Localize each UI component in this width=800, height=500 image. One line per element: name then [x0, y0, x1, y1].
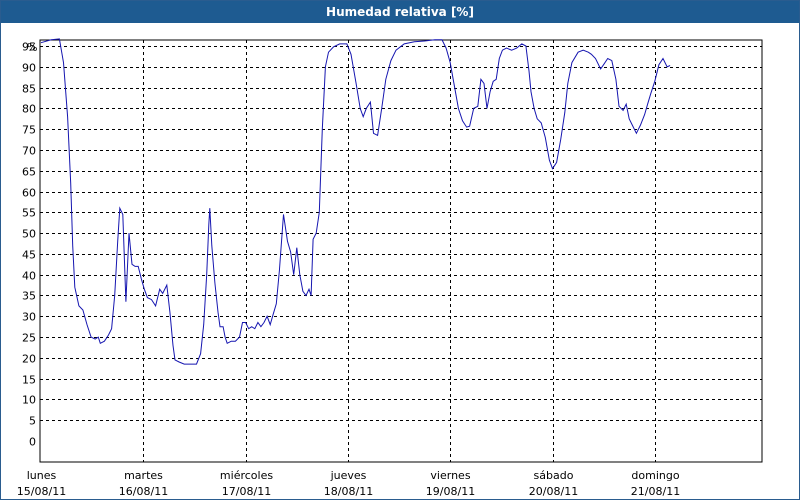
y-tick-label: 25	[22, 332, 36, 345]
y-tick-label: 60	[22, 187, 36, 200]
x-tick-day: lunes	[27, 469, 57, 482]
plot-area	[39, 39, 763, 463]
y-tick-label: 75	[22, 124, 36, 137]
x-tick-date: 17/08/11	[222, 485, 271, 498]
x-tick-date: 20/08/11	[529, 485, 578, 498]
x-tick-day: viernes	[430, 469, 470, 482]
y-tick-label: 50	[22, 228, 36, 241]
y-tick-label: 35	[22, 290, 36, 303]
y-axis: 05101520253035404550556065707580859095	[22, 41, 36, 449]
x-tick-day: sábado	[534, 469, 574, 482]
humidity-series-line	[40, 38, 671, 365]
y-tick-label: 55	[22, 207, 36, 220]
x-tick-date: 18/08/11	[324, 485, 373, 498]
y-axis-unit-label: %	[27, 41, 37, 54]
x-tick-day: jueves	[330, 469, 367, 482]
y-tick-label: 20	[22, 353, 36, 366]
y-tick-label: 70	[22, 145, 36, 158]
x-axis: lunes 15/08/11 martes 16/08/11 miércoles 17/0…	[17, 469, 680, 498]
y-tick-label: 90	[22, 62, 36, 75]
y-tick-label: 45	[22, 249, 36, 262]
chart-window: Humedad relativa [%] 0 5 10 15 20 25 30 35 40 45 5…	[0, 0, 800, 500]
x-tick-day: martes	[124, 469, 163, 482]
y-tick-label: 80	[22, 103, 36, 116]
y-tick-label: 0	[29, 436, 36, 449]
x-tick-date: 21/08/11	[631, 485, 680, 498]
humidity-chart: 05101520253035404550556065707580859095 l…	[17, 38, 763, 498]
x-tick-date: 16/08/11	[119, 485, 168, 498]
x-tick-day: miércoles	[220, 469, 273, 482]
y-tick-label: 5	[29, 415, 36, 428]
x-tick-date: 19/08/11	[426, 485, 475, 498]
y-tick-label: 15	[22, 374, 36, 387]
y-tick-label: 85	[22, 83, 36, 96]
y-tick-label: 40	[22, 270, 36, 283]
grid	[40, 40, 762, 462]
y-tick-label: 10	[22, 394, 36, 407]
y-tick-label: 65	[22, 166, 36, 179]
x-tick-day: domingo	[631, 469, 679, 482]
x-tick-date: 15/08/11	[17, 485, 66, 498]
y-tick-label: 30	[22, 311, 36, 324]
